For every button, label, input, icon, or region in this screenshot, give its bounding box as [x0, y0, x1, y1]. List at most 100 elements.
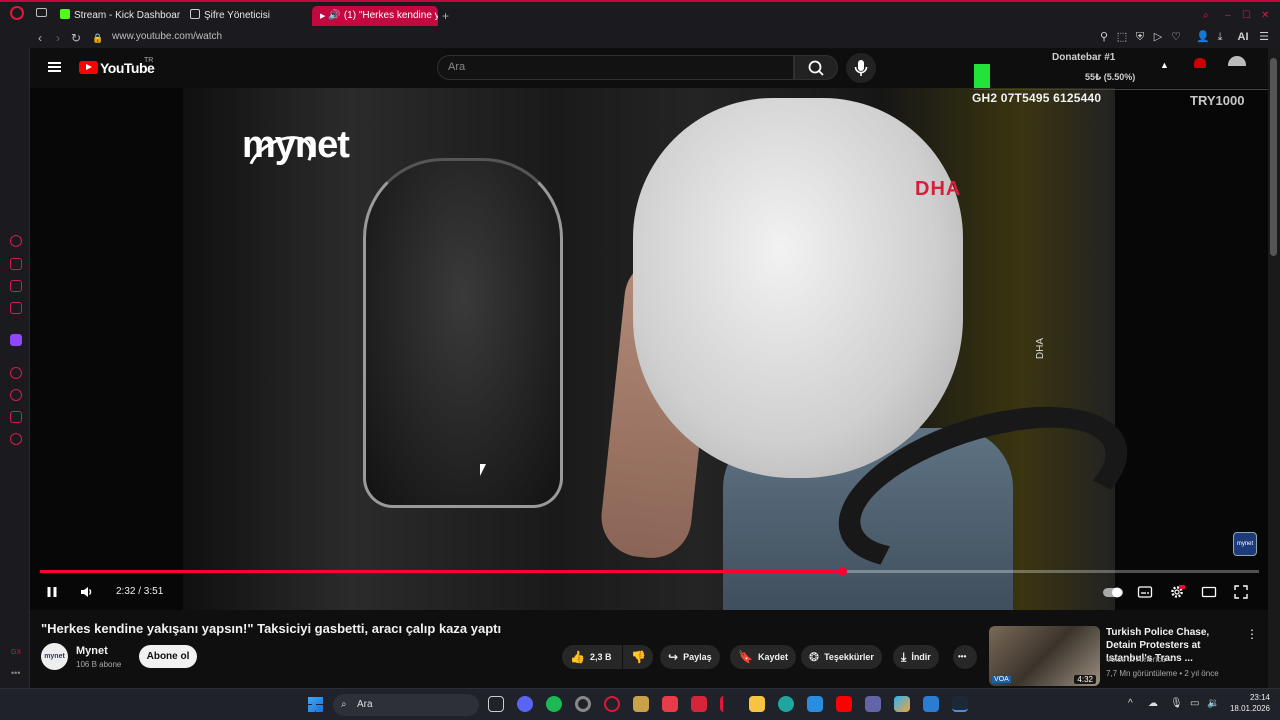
- chrome-icon[interactable]: [575, 696, 591, 712]
- tab-youtube-video[interactable]: ▶🔊(1) "Herkes kendine yakışanı yapsın": [312, 6, 438, 26]
- page-scrollbar-thumb[interactable]: [1270, 58, 1277, 256]
- pin-icon[interactable]: ⚲: [1098, 31, 1110, 43]
- share-button[interactable]: ↪ Paylaş: [660, 645, 720, 669]
- video-player[interactable]: mynet DHA DHA mynet: [30, 88, 1268, 610]
- yt-create-icon[interactable]: ▲: [1160, 60, 1169, 70]
- app-g-icon[interactable]: [807, 696, 823, 712]
- theater-mode-button[interactable]: [1201, 584, 1217, 600]
- bookmarks-icon[interactable]: [10, 411, 22, 423]
- back-button[interactable]: ‹: [33, 30, 47, 46]
- league-icon[interactable]: [633, 696, 649, 712]
- maximize-button[interactable]: ☐: [1242, 6, 1254, 26]
- subscribe-button[interactable]: Abone ol: [139, 645, 197, 668]
- taskbar-clock[interactable]: 23:14 18.01.2026: [1226, 692, 1270, 714]
- network-icon[interactable]: ▭: [1190, 698, 1199, 709]
- messenger-icon[interactable]: [10, 280, 22, 292]
- channel-name[interactable]: Mynet: [76, 645, 108, 657]
- task-view-icon[interactable]: [488, 696, 504, 712]
- extensions-icon[interactable]: ▷: [1152, 31, 1164, 43]
- recommended-channel-name: Voice of America: [1106, 655, 1166, 664]
- opera-gx-icon[interactable]: [604, 696, 620, 712]
- copilot-icon[interactable]: [894, 696, 910, 712]
- more-actions-button[interactable]: •••: [953, 645, 977, 669]
- steam-icon[interactable]: [952, 696, 968, 712]
- thanks-button[interactable]: ❂ Teşekkürler: [801, 645, 882, 669]
- search-tabs-icon[interactable]: ⌕: [1203, 6, 1215, 26]
- search-input[interactable]: Ara: [437, 55, 794, 80]
- settings-button[interactable]: [1169, 584, 1185, 600]
- guide-menu-icon[interactable]: [48, 62, 61, 72]
- file-explorer-icon[interactable]: [749, 696, 765, 712]
- app-arrow-icon[interactable]: [720, 696, 736, 712]
- volume-tray-icon[interactable]: 🔉: [1207, 698, 1219, 709]
- snapshot-icon[interactable]: ⬚: [1116, 31, 1128, 43]
- workspaces-icon[interactable]: [10, 258, 22, 270]
- new-tab-button[interactable]: +: [442, 6, 452, 26]
- menu-icon[interactable]: ☰: [1258, 31, 1270, 43]
- youtube-logo-icon[interactable]: [79, 61, 98, 74]
- voice-search-button[interactable]: [846, 53, 876, 83]
- sidebar-more-icon[interactable]: •••: [11, 668, 20, 678]
- autoplay-toggle[interactable]: [1102, 584, 1124, 600]
- workspace-icon[interactable]: [36, 8, 47, 17]
- taskbar-search[interactable]: ⌕ Ara: [333, 694, 479, 716]
- spotify-icon[interactable]: [546, 696, 562, 712]
- volume-button[interactable]: [78, 584, 94, 600]
- close-window-button[interactable]: ✕: [1261, 6, 1273, 26]
- fullscreen-button[interactable]: [1233, 584, 1249, 600]
- recommended-channel[interactable]: Voice of America ✓: [1106, 655, 1175, 664]
- subtitles-button[interactable]: [1137, 584, 1153, 600]
- twitch-icon[interactable]: [10, 334, 22, 346]
- gx-icon[interactable]: GX: [11, 649, 21, 656]
- shield-icon[interactable]: ⛨: [1134, 31, 1146, 43]
- tab-kick-dashboard[interactable]: Stream - Kick Dashboard: [60, 6, 180, 26]
- microphone-icon: [854, 60, 868, 76]
- player-icon[interactable]: [10, 367, 22, 379]
- video-title: "Herkes kendine yakışanı yapsın!" Taksic…: [41, 621, 502, 636]
- onedrive-icon[interactable]: ☁: [1148, 698, 1158, 709]
- channel-avatar[interactable]: mynet: [41, 643, 68, 670]
- forward-button[interactable]: ›: [51, 30, 65, 46]
- discord-icon[interactable]: [517, 696, 533, 712]
- minimize-button[interactable]: –: [1225, 6, 1237, 26]
- subtitles-icon: [1137, 586, 1153, 598]
- edge-icon[interactable]: [778, 696, 794, 712]
- youtube-app-icon[interactable]: [836, 696, 852, 712]
- tab-label: Stream - Kick Dashboard: [74, 10, 180, 21]
- teams-icon[interactable]: [865, 696, 881, 712]
- address-bar-row: ‹ › ↻ 🔒 www.youtube.com/watch: [0, 28, 1280, 48]
- download-button[interactable]: ⤓ İndir: [893, 645, 939, 669]
- recommended-thumbnail[interactable]: VOA 4:32: [989, 626, 1100, 686]
- search-button[interactable]: [794, 55, 838, 80]
- notifications-icon[interactable]: [1194, 58, 1206, 68]
- search-icon: [808, 60, 824, 76]
- dislike-button[interactable]: 👎: [623, 645, 653, 669]
- speaker-icon[interactable]: 🔊: [328, 10, 340, 21]
- like-button[interactable]: 👍 2,3 B: [562, 645, 622, 669]
- account-icon[interactable]: 👤: [1196, 31, 1210, 43]
- video-progress-bar[interactable]: [40, 567, 1259, 576]
- heart-icon[interactable]: ♡: [1170, 31, 1182, 43]
- opera-logo-icon[interactable]: [10, 6, 24, 20]
- tray-overflow-icon[interactable]: ^: [1128, 698, 1133, 709]
- app-red-icon[interactable]: [691, 696, 707, 712]
- aria-icon[interactable]: [10, 235, 22, 247]
- taskbar-search-icon: ⌕: [341, 699, 347, 710]
- download-icon[interactable]: ⤓: [1214, 31, 1226, 43]
- reload-button[interactable]: ↻: [69, 30, 83, 46]
- save-button[interactable]: 🔖 Kaydet: [730, 645, 796, 669]
- opera-sidebar: GX •••: [0, 48, 30, 688]
- aria-ai-button[interactable]: AI: [1232, 31, 1254, 43]
- pause-button[interactable]: [44, 584, 60, 600]
- valorant-icon[interactable]: [662, 696, 678, 712]
- settings-icon[interactable]: [10, 433, 22, 445]
- url-field[interactable]: www.youtube.com/watch: [112, 31, 222, 42]
- tab-password-manager[interactable]: Şifre Yöneticisi: [190, 6, 300, 26]
- instagram-icon[interactable]: [10, 302, 22, 314]
- recommended-more-icon[interactable]: ⋮: [1246, 627, 1258, 641]
- history-icon[interactable]: [10, 389, 22, 401]
- channel-watermark[interactable]: mynet: [1233, 532, 1257, 556]
- donate-bar-fill: [974, 64, 990, 88]
- store-icon[interactable]: [923, 696, 939, 712]
- mic-tray-icon[interactable]: 🎙: [1170, 698, 1183, 709]
